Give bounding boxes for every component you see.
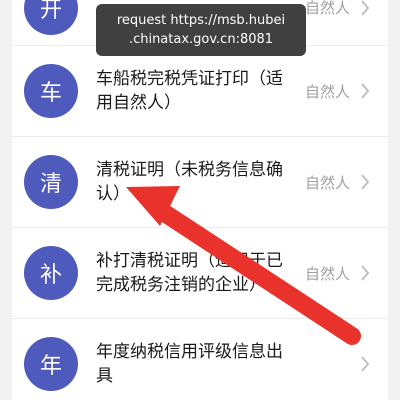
- service-badge: 车: [24, 64, 78, 118]
- chevron-right-icon: [356, 355, 374, 373]
- list-item[interactable]: 补 补打清税证明（适用于已完成税务注销的企业） 自然人: [12, 228, 388, 319]
- service-list: 开 自然人 车 车船税完税凭证打印（适用自然人） 自然人 清 清税证明（未税务信…: [12, 0, 388, 400]
- toast-line: .chinatax.gov.cn:8081: [128, 32, 274, 47]
- screen: 开 自然人 车 车船税完税凭证打印（适用自然人） 自然人 清 清税证明（未税务信…: [0, 0, 400, 400]
- toast-line: request https://msb.hubei: [116, 13, 286, 28]
- request-toast: request https://msb.hubei .chinatax.gov.…: [96, 4, 306, 56]
- service-badge: 开: [24, 0, 78, 35]
- service-tag: 自然人: [304, 173, 350, 192]
- service-badge: 年: [24, 337, 78, 391]
- service-badge: 清: [24, 155, 78, 209]
- chevron-right-icon: [356, 264, 374, 282]
- service-title: 清税证明（未税务信息确认）: [96, 160, 283, 204]
- list-item[interactable]: 年 年度纳税信用评级信息出具: [12, 319, 388, 400]
- service-tag: 自然人: [304, 264, 350, 283]
- service-title: 年度纳税信用评级信息出具: [96, 342, 283, 386]
- service-badge: 补: [24, 246, 78, 300]
- chevron-right-icon: [356, 173, 374, 191]
- service-title: 车船税完税凭证打印（适用自然人）: [96, 69, 283, 113]
- list-item[interactable]: 车 车船税完税凭证打印（适用自然人） 自然人: [12, 46, 388, 137]
- list-item[interactable]: 清 清税证明（未税务信息确认） 自然人: [12, 137, 388, 228]
- chevron-right-icon: [356, 0, 374, 17]
- service-tag: 自然人: [304, 82, 350, 101]
- service-title: 补打清税证明（适用于已完成税务注销的企业）: [96, 251, 283, 295]
- chevron-right-icon: [356, 82, 374, 100]
